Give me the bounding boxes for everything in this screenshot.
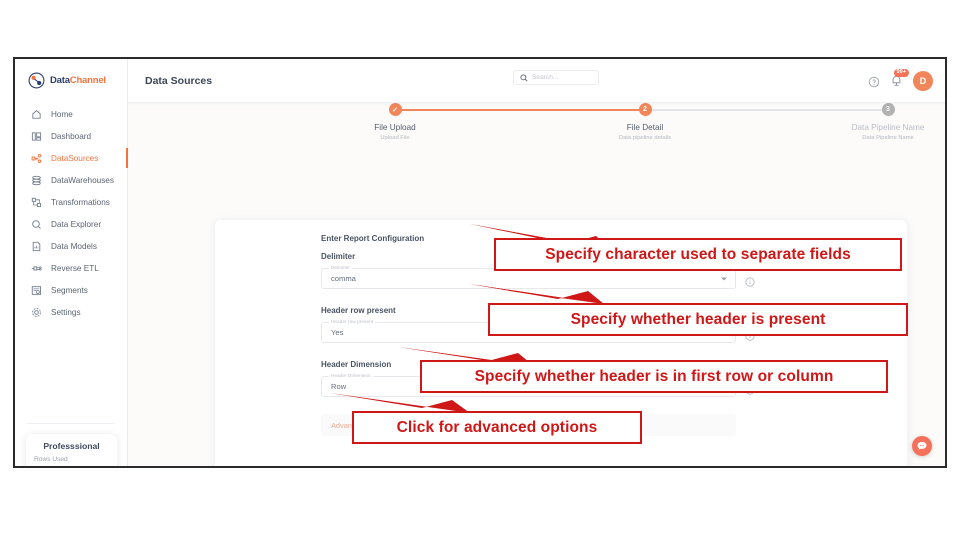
search-input[interactable]: Search... bbox=[513, 70, 599, 85]
avatar[interactable]: D bbox=[913, 71, 933, 91]
brand-name-part2: Channel bbox=[69, 75, 106, 86]
topbar-actions: 99+ D bbox=[868, 59, 933, 103]
sidebar-item-reverse-etl[interactable]: Reverse ETL bbox=[15, 257, 127, 279]
sidebar: DataChannel Home Dashboard DataSources D… bbox=[15, 59, 128, 466]
transformations-icon bbox=[30, 196, 42, 208]
brand-name: DataChannel bbox=[50, 75, 106, 86]
field-row-delimiter: Delimiter comma bbox=[321, 265, 885, 289]
stepper-subtitle: Data pipeline details bbox=[618, 135, 672, 141]
sidebar-nav: Home Dashboard DataSources DataWarehouse… bbox=[15, 103, 128, 323]
search-icon bbox=[520, 69, 528, 87]
chevron-down-icon[interactable] bbox=[721, 331, 727, 334]
sidebar-item-datawarehouses[interactable]: DataWarehouses bbox=[15, 169, 127, 191]
delimiter-value: comma bbox=[331, 274, 356, 283]
info-circle-icon[interactable] bbox=[745, 328, 755, 341]
main-content: ✓ File Upload Upload File 2 File Detail … bbox=[128, 103, 945, 466]
sidebar-item-label: Settings bbox=[51, 307, 81, 317]
stepper-line-1 bbox=[395, 109, 645, 111]
stepper-marker: 2 bbox=[638, 103, 652, 116]
sidebar-item-data-explorer[interactable]: Data Explorer bbox=[15, 213, 127, 235]
datasources-icon bbox=[30, 152, 42, 164]
info-circle-icon[interactable] bbox=[745, 274, 755, 287]
header-row-present-select[interactable]: Header row present Yes bbox=[321, 319, 736, 343]
brand-name-part1: Data bbox=[50, 75, 70, 86]
stepper-marker: ✓ bbox=[388, 103, 402, 116]
search-placeholder: Search... bbox=[532, 74, 559, 81]
reverse-etl-icon bbox=[30, 262, 42, 274]
stepper-subtitle: Upload File bbox=[380, 135, 410, 141]
field-row-header-row-present: Header row present Yes bbox=[321, 319, 885, 343]
rows-used-label: Rows Used bbox=[34, 456, 68, 463]
dashboard-icon bbox=[30, 130, 42, 142]
topbar: Data Sources Search... 99+ D bbox=[128, 59, 945, 103]
chevron-down-icon[interactable] bbox=[721, 277, 727, 280]
sidebar-item-label: Dashboard bbox=[51, 131, 92, 141]
datachannel-logo-icon bbox=[28, 72, 45, 89]
advanced-options-accordion[interactable]: Advanced Options bbox=[321, 414, 736, 436]
brand-logo[interactable]: DataChannel bbox=[15, 59, 127, 89]
plan-usage-card: Professsional Rows Used 24.63/50M View U… bbox=[26, 434, 117, 468]
sidebar-item-datasources[interactable]: DataSources bbox=[15, 147, 128, 169]
stepper-marker: 3 bbox=[881, 103, 895, 116]
rows-used-progress-fill bbox=[34, 466, 71, 468]
wizard-stepper: ✓ File Upload Upload File 2 File Detail … bbox=[158, 103, 924, 163]
header-row-present-value: Yes bbox=[331, 328, 344, 337]
help-circle-icon[interactable] bbox=[868, 75, 880, 88]
sidebar-item-label: Data Explorer bbox=[51, 219, 102, 229]
stepper-title: File Upload bbox=[374, 123, 416, 132]
datawarehouse-icon bbox=[30, 174, 42, 186]
data-models-icon bbox=[30, 240, 42, 252]
app-window: DataChannel Home Dashboard DataSources D… bbox=[13, 57, 947, 468]
sidebar-item-settings[interactable]: Settings bbox=[15, 301, 127, 323]
field-label-header-dimension: Header Dimension bbox=[321, 360, 392, 369]
advanced-options-label: Advanced Options bbox=[331, 420, 392, 430]
page-title: Data Sources bbox=[145, 74, 213, 87]
sidebar-item-label: DataSources bbox=[51, 153, 99, 163]
stepper-title: Data Pipeline Name bbox=[851, 123, 925, 132]
field-row-header-dimension: Header Dimension Row bbox=[321, 373, 885, 397]
screenshot-root: DataChannel Home Dashboard DataSources D… bbox=[0, 0, 960, 540]
plan-name: Professsional bbox=[43, 441, 100, 451]
sidebar-divider bbox=[27, 423, 115, 424]
delimiter-select[interactable]: Delimiter comma bbox=[321, 265, 736, 289]
active-indicator bbox=[126, 148, 128, 168]
report-configuration-card: Enter Report Configuration Delimiter Del… bbox=[214, 219, 908, 466]
delimiter-floating-label: Delimiter bbox=[329, 265, 353, 270]
rows-used-progress-bar bbox=[34, 466, 109, 468]
sidebar-item-label: Segments bbox=[51, 285, 88, 295]
data-explorer-icon bbox=[30, 218, 42, 230]
sidebar-item-dashboard[interactable]: Dashboard bbox=[15, 125, 127, 147]
sidebar-item-label: Data Models bbox=[51, 241, 97, 251]
stepper-title: File Detail bbox=[626, 123, 664, 132]
chevron-down-icon[interactable] bbox=[721, 385, 727, 388]
section-title: Enter Report Configuration bbox=[321, 234, 425, 243]
field-label-delimiter: Delimiter bbox=[321, 252, 356, 261]
stepper-subtitle: Data Pipeline Name bbox=[862, 135, 914, 141]
notification-bell-icon[interactable]: 99+ bbox=[890, 69, 909, 88]
stepper-line-2 bbox=[645, 109, 888, 111]
sidebar-item-label: Home bbox=[51, 109, 73, 119]
notification-badge: 99+ bbox=[894, 69, 909, 77]
sidebar-item-data-models[interactable]: Data Models bbox=[15, 235, 127, 257]
sidebar-item-label: DataWarehouses bbox=[51, 175, 114, 185]
sidebar-item-label: Reverse ETL bbox=[51, 263, 99, 273]
segments-icon bbox=[30, 284, 42, 296]
header-dimension-value: Row bbox=[331, 382, 347, 391]
settings-gear-icon bbox=[30, 306, 42, 318]
header-row-present-floating-label: Header row present bbox=[329, 319, 376, 324]
home-icon bbox=[30, 108, 42, 120]
header-dimension-floating-label: Header Dimension bbox=[329, 373, 373, 378]
sidebar-item-label: Transformations bbox=[51, 197, 110, 207]
chat-bubble-icon[interactable] bbox=[912, 436, 932, 456]
sidebar-item-transformations[interactable]: Transformations bbox=[15, 191, 127, 213]
sidebar-item-home[interactable]: Home bbox=[15, 103, 127, 125]
header-dimension-select[interactable]: Header Dimension Row bbox=[321, 373, 736, 397]
info-circle-icon[interactable] bbox=[745, 382, 755, 395]
field-label-header-row-present: Header row present bbox=[321, 306, 396, 315]
sidebar-item-segments[interactable]: Segments bbox=[15, 279, 127, 301]
